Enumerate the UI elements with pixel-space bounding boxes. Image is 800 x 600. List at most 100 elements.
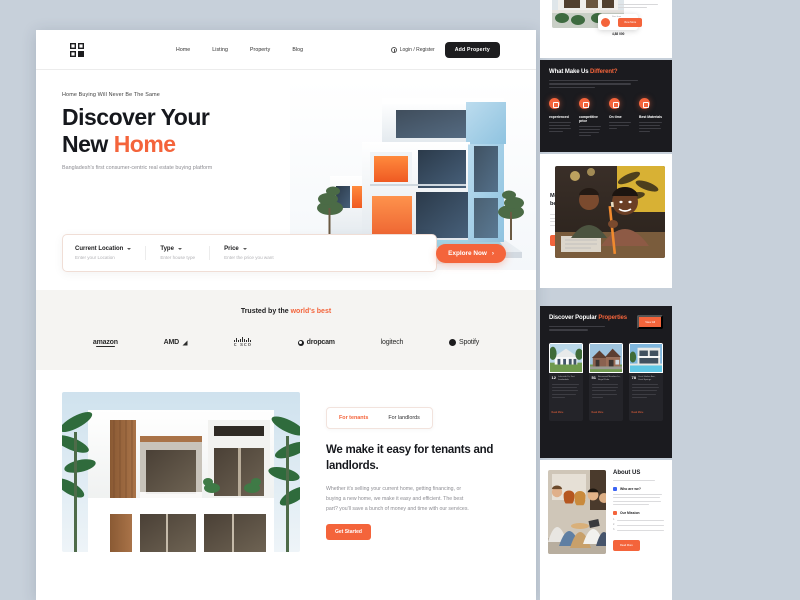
search-label-location: Current Location [75, 246, 124, 252]
brand-spotify-label: Spotify [459, 339, 480, 346]
chevron-down-icon[interactable] [177, 248, 182, 250]
feature-title: Best Materials [639, 115, 662, 120]
about-mission-title: Our Mission [620, 511, 640, 516]
view-all-button[interactable]: View All [637, 315, 663, 329]
search-label-type: Type [160, 246, 174, 252]
chevron-down-icon[interactable] [242, 248, 247, 250]
tenants-cta-button[interactable]: Get Started [326, 524, 371, 541]
top-navigation-bar: Home Listing Property Blog Login / Regis… [36, 30, 536, 70]
feature-title: experienced [549, 115, 569, 120]
property-read-more[interactable]: Read More [592, 411, 604, 414]
trusted-heading-plain: Trusted by the [240, 308, 291, 315]
property-number: 12 [551, 374, 556, 380]
popular-description [549, 326, 627, 331]
top-card-text: View More [618, 4, 662, 28]
top-card-cta-button[interactable]: View More [618, 18, 643, 28]
shield-icon [639, 98, 650, 110]
feature-item-best-materials: Best Materials [639, 98, 663, 138]
about-intro [613, 480, 664, 482]
nav-link-property[interactable]: Property [250, 47, 270, 53]
feature-list: experienced competitive price On time Be… [549, 98, 663, 138]
different-description [549, 80, 663, 89]
property-card[interactable]: 12 Lakeside Dr, Fort Lauderdale Read Mor… [549, 342, 583, 422]
search-field-location[interactable]: Current Location Enter your Location [75, 246, 147, 260]
about-who-row: Who are we? [613, 487, 664, 492]
explore-now-button[interactable]: Explore Now › [436, 244, 506, 263]
search-input-location[interactable]: Enter your Location [75, 255, 131, 260]
hero-subtitle: Bangladesh's first consumer-centric real… [62, 165, 213, 172]
property-read-more[interactable]: Read More [632, 411, 644, 414]
list-marker: 2. [613, 523, 615, 527]
price-value: 4,88 000 [612, 32, 625, 36]
login-register-link[interactable]: Login / Register [390, 46, 435, 53]
brand-dropcam: dropcam [297, 339, 335, 346]
right-page-column: Start from 4,88 000 View More What Make … [540, 0, 672, 600]
about-mission-list: 1. 2. 3. [613, 518, 664, 531]
brand-amazon: amazon [92, 339, 118, 347]
popular-heading-accent: Properties [598, 315, 628, 321]
nav-link-blog[interactable]: Blog [292, 47, 303, 53]
what-makes-us-different-section: What Make Us Different? experienced comp… [540, 60, 672, 152]
trusted-heading: Trusted by the world's best [36, 308, 536, 315]
tab-for-tenants[interactable]: For tenants [330, 411, 378, 425]
tab-for-landlords[interactable]: For landlords [379, 411, 428, 425]
hero-title-plain: New [62, 131, 114, 158]
list-item: 1. [613, 518, 664, 521]
tenants-body: Whether it's selling your current home, … [326, 486, 469, 513]
nav-links: Home Listing Property Blog [176, 47, 303, 53]
search-input-type[interactable]: Enter house type [160, 255, 195, 260]
hero-section: Home Buying Will Never Be The Same Disco… [36, 70, 536, 290]
tenants-content: For tenants For landlords We make it eas… [326, 392, 510, 552]
about-content: About US Who are we? Our Mission 1. 2. 3… [613, 470, 664, 590]
target-icon [613, 511, 617, 516]
badge-icon [549, 98, 560, 110]
tenants-landlords-section: For tenants For landlords We make it eas… [36, 370, 536, 552]
list-marker: 3. [613, 528, 615, 532]
different-heading-accent: Different? [590, 69, 618, 75]
property-card[interactable]: 78 Crest Harbor Ave, Coral Springs Read … [629, 342, 663, 422]
brand-amd-label: AMD [163, 339, 180, 346]
brand-logo[interactable] [70, 42, 84, 57]
property-card-list: 12 Lakeside Dr, Fort Lauderdale Read Mor… [549, 342, 663, 422]
chevron-down-icon[interactable] [127, 248, 132, 250]
search-field-price[interactable]: Price Enter the price you want [224, 246, 288, 260]
about-mission-row: Our Mission [613, 511, 664, 516]
search-input-price[interactable]: Enter the price you want [224, 255, 274, 260]
property-photo [589, 342, 623, 373]
brand-amd: AMD [164, 339, 188, 346]
feature-item-experienced: experienced [549, 98, 573, 138]
property-search-bar: Current Location Enter your Location Typ… [62, 234, 506, 272]
dropcam-icon [297, 339, 304, 346]
property-read-more[interactable]: Read More [552, 411, 564, 414]
about-cta-button[interactable]: Read More [613, 540, 640, 552]
page-canvas: Home Listing Property Blog Login / Regis… [0, 0, 800, 600]
amd-arrow-icon [182, 340, 188, 345]
text-line [618, 7, 648, 9]
price-badge-icon [601, 17, 610, 27]
different-heading-plain: What Make Us [549, 69, 591, 75]
hero-title-accent: Home [113, 131, 176, 158]
explore-now-label: Explore Now [448, 250, 487, 257]
diamond-icon [613, 487, 617, 492]
search-field-type[interactable]: Type Enter house type [160, 246, 211, 260]
about-us-section: About US Who are we? Our Mission 1. 2. 3… [540, 460, 672, 600]
feature-title: competitive price [579, 115, 598, 124]
clock-icon [609, 98, 620, 110]
feature-item-on-time: On time [609, 98, 633, 138]
nav-link-listing[interactable]: Listing [212, 47, 228, 53]
property-card[interactable]: 51 Briarwood Meadow Ln, Royal Palm Read … [589, 342, 623, 422]
top-listing-preview: Start from 4,88 000 View More [540, 0, 672, 58]
nav-link-home[interactable]: Home [176, 47, 190, 53]
tenants-heading: We make it easy for tenants and landlord… [326, 444, 494, 472]
brand-logos: amazon AMD c sco dropcam logitech Spotif… [36, 337, 536, 348]
about-who-text [613, 494, 664, 506]
trusted-by-section: Trusted by the world's best amazon AMD c… [36, 290, 536, 370]
feature-item-competitive-price: competitive price [579, 98, 603, 138]
property-subtitle: Crest Harbor Ave, Coral Springs [637, 375, 656, 381]
main-page-column: Home Listing Property Blog Login / Regis… [36, 30, 536, 600]
property-photo [549, 342, 583, 373]
add-property-button[interactable]: Add Property [444, 41, 500, 58]
property-number: 51 [591, 374, 596, 380]
popular-properties-section: Discover Popular Properties View All 12 … [540, 306, 672, 458]
different-heading: What Make Us Different? [549, 69, 663, 75]
